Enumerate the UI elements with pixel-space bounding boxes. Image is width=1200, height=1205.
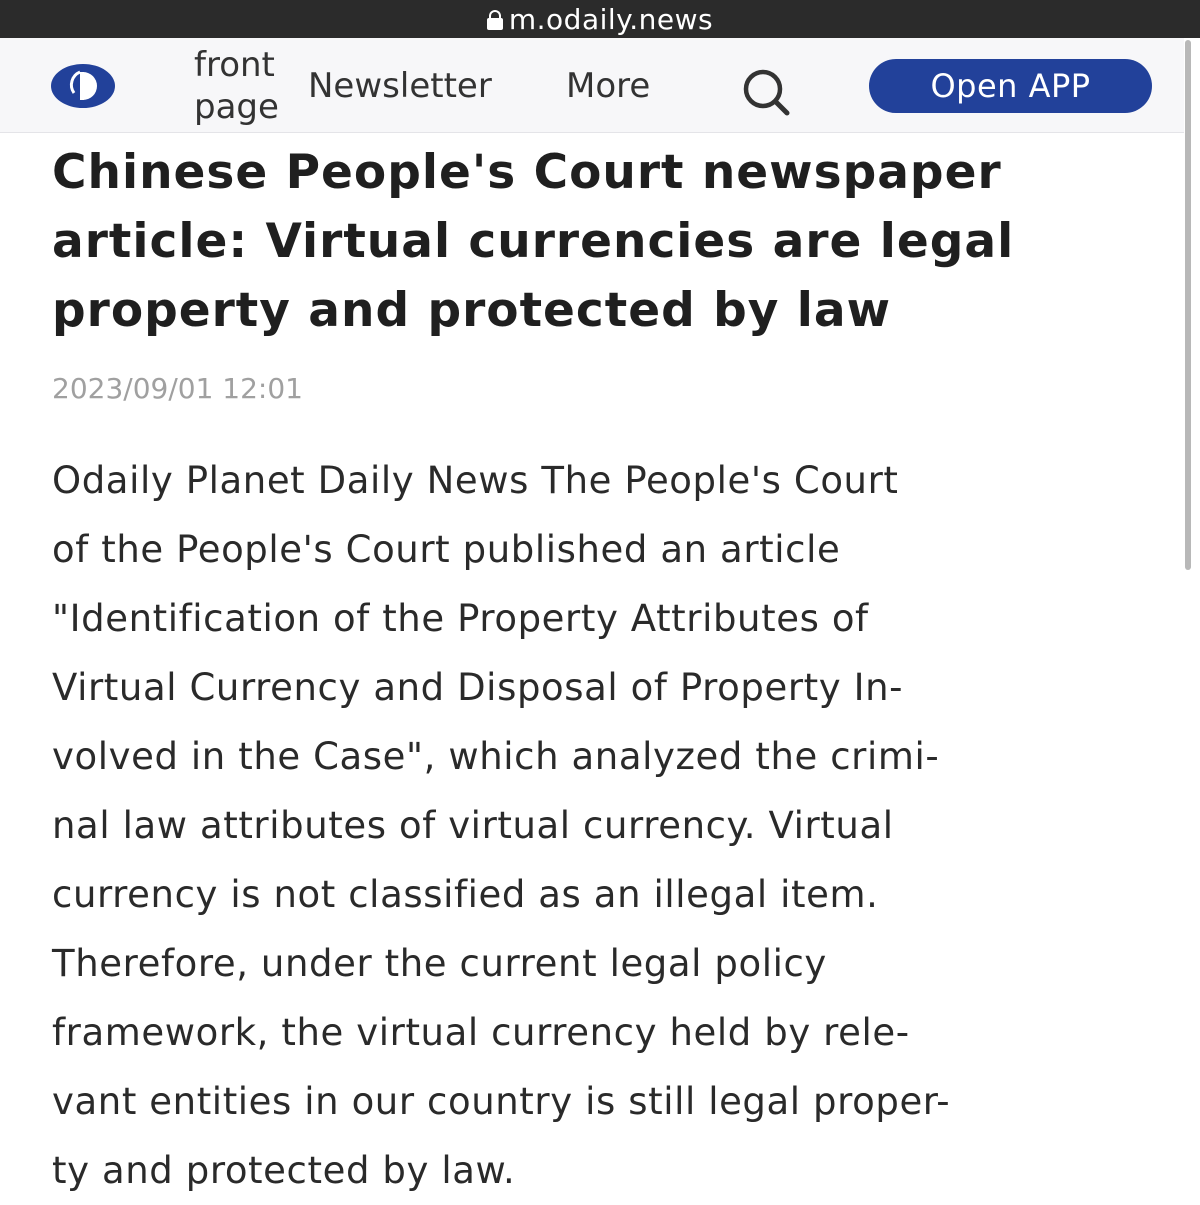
site-header: front page Newsletter More Open APP [0, 38, 1184, 133]
odaily-logo-icon[interactable] [50, 63, 116, 109]
nav-more-link[interactable]: More [566, 65, 650, 107]
lock-icon [486, 10, 503, 30]
search-icon[interactable] [740, 66, 792, 118]
article-timestamp: 2023/09/01 12:01 [52, 372, 303, 405]
nav-newsletter-link[interactable]: Newsletter [308, 65, 492, 107]
article-title: Chinese People's Court newspaper article… [52, 145, 1015, 338]
url-text: m.odaily.news [508, 2, 714, 36]
browser-url-bar[interactable]: m.odaily.news [0, 0, 1200, 38]
article-body: Odaily Planet Daily News The People's Co… [52, 459, 951, 1192]
scrollbar-thumb[interactable] [1185, 40, 1191, 570]
nav-front-page-link[interactable]: front page [194, 44, 324, 128]
open-app-button[interactable]: Open APP [869, 59, 1152, 113]
